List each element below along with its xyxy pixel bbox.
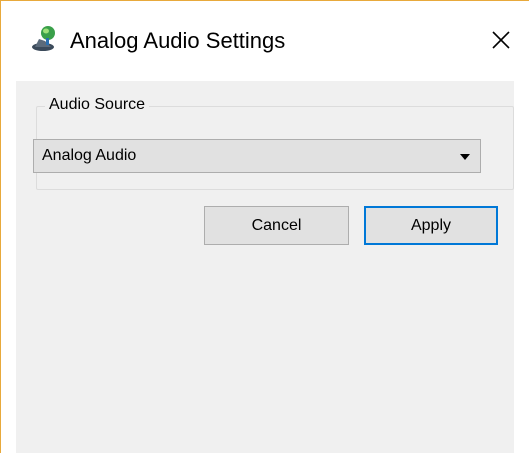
chevron-down-icon <box>460 154 470 160</box>
title-bar[interactable]: Analog Audio Settings <box>1 1 529 81</box>
close-icon <box>492 31 510 49</box>
audio-source-label: Audio Source <box>45 96 150 114</box>
dialog-window: Analog Audio Settings Audio Source Analo… <box>0 0 529 453</box>
apply-button[interactable]: Apply <box>364 206 498 245</box>
window-title: Analog Audio Settings <box>70 28 286 53</box>
close-button[interactable] <box>473 15 529 65</box>
audio-source-dropdown[interactable]: Analog Audio <box>33 139 481 173</box>
audio-device-icon <box>32 26 55 51</box>
audio-source-selected-value: Analog Audio <box>42 147 137 164</box>
dialog-content: Audio Source Analog Audio Cancel Apply <box>16 81 514 453</box>
cancel-button[interactable]: Cancel <box>204 206 349 245</box>
